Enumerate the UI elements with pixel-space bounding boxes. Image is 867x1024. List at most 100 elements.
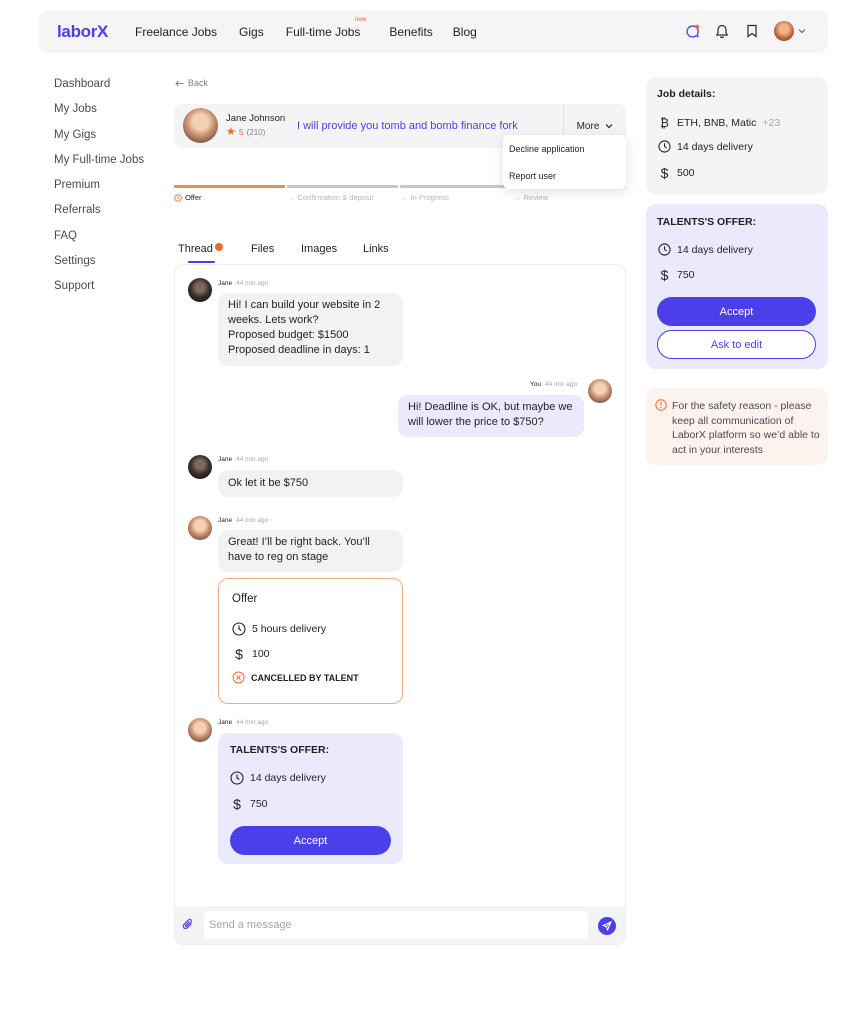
job-delivery: 14 days delivery <box>658 140 753 153</box>
sidebar-item-my-jobs[interactable]: My Jobs <box>54 101 144 126</box>
accept-offer-button[interactable]: Accept <box>657 297 816 326</box>
cancel-circle-icon <box>232 671 245 684</box>
nav-benefits[interactable]: Benefits <box>389 25 432 39</box>
arrow-right-icon: → <box>287 193 295 202</box>
sidebar-item-settings[interactable]: Settings <box>54 253 144 278</box>
tab-images[interactable]: Images <box>301 243 337 255</box>
accept-button[interactable]: Accept <box>230 826 391 855</box>
chat-notification-icon[interactable] <box>684 23 700 39</box>
sidebar-item-my-full-time-jobs[interactable]: My Full-time Jobs <box>54 152 144 177</box>
dollar-icon: $ <box>660 267 669 283</box>
avatar <box>188 516 212 540</box>
bell-icon[interactable] <box>714 23 730 39</box>
message-composer <box>175 906 625 944</box>
delivery-text: 14 days delivery <box>677 243 753 256</box>
sidebar-item-my-gigs[interactable]: My Gigs <box>54 127 144 152</box>
talent-offer-delivery-text: 14 days delivery <box>250 772 326 784</box>
talent-offer-amount-text: 750 <box>250 798 268 810</box>
top-actions <box>684 21 806 41</box>
nav-full-time-jobs[interactable]: Full-time Jobs new <box>286 16 367 39</box>
menu-item-report-user[interactable]: Report user <box>509 171 556 181</box>
message-time: 44 min ago <box>236 719 269 726</box>
dollar-icon: $ <box>233 796 241 812</box>
avatar <box>588 379 612 403</box>
bookmark-icon[interactable] <box>744 23 760 39</box>
message-meta: Jane 44 min ago <box>218 456 268 463</box>
message-text: weeks. Lets work? <box>228 314 319 326</box>
chevron-down-icon <box>605 124 613 129</box>
nav-freelance-jobs[interactable]: Freelance Jobs <box>135 25 217 39</box>
ask-to-edit-button[interactable]: Ask to edit <box>657 330 816 359</box>
talent-offer-panel-title: TALENTS'S OFFER: <box>657 216 757 228</box>
offer-amount-text: 100 <box>252 648 270 660</box>
message-text: will lower the price to $750? <box>408 416 544 428</box>
send-button[interactable] <box>598 917 616 935</box>
unread-badge <box>214 243 223 251</box>
main-nav: Freelance Jobs Gigs Full-time Jobs new B… <box>135 10 477 53</box>
delivery-text: 14 days delivery <box>677 140 753 153</box>
clock-icon <box>230 771 244 785</box>
talent-offer-delivery: 14 days delivery <box>230 771 326 785</box>
send-icon <box>602 921 612 931</box>
currencies-more[interactable]: +23 <box>762 117 780 129</box>
message-text: Ok let it be $750 <box>228 477 309 489</box>
sidebar-item-support[interactable]: Support <box>54 278 144 303</box>
avatar[interactable] <box>183 108 218 143</box>
nav-blog[interactable]: Blog <box>453 25 477 39</box>
menu-item-decline-application[interactable]: Decline application <box>509 144 585 154</box>
top-navbar: laborX Freelance Jobs Gigs Full-time Job… <box>39 10 828 53</box>
tab-links[interactable]: Links <box>363 243 389 255</box>
tab-thread[interactable]: Thread <box>178 243 223 255</box>
tab-files[interactable]: Files <box>251 243 274 255</box>
new-badge: new <box>354 15 367 23</box>
message-meta: Jane 44 min ago <box>218 280 268 287</box>
sidebar-item-referrals[interactable]: Referrals <box>54 202 144 227</box>
arrow-right-icon: → <box>513 193 521 202</box>
active-tab-indicator <box>188 261 215 263</box>
sidebar: Dashboard My Jobs My Gigs My Full-time J… <box>54 76 144 304</box>
clock-icon <box>658 243 671 256</box>
progress-segment-confirmation <box>287 185 398 188</box>
budget-text: 500 <box>677 167 695 179</box>
paperclip-icon[interactable] <box>182 917 194 936</box>
message-bubble: Ok let it be $750 <box>218 470 403 497</box>
safety-notice: For the safety reason - please keep all … <box>646 388 828 465</box>
review-count: (210) <box>246 127 266 137</box>
progress-step-in-progress: → In Progress <box>400 193 449 202</box>
message-meta: Jane 44 min ago <box>218 719 268 726</box>
back-link[interactable]: Back <box>175 78 208 88</box>
message-bubble: Hi! I can build your website in 2 weeks.… <box>218 293 403 366</box>
laborx-logo[interactable]: laborX <box>57 22 108 42</box>
job-title[interactable]: I will provide you tomb and bomb finance… <box>297 120 518 132</box>
user-rating: ★ 5 (210) <box>226 127 266 138</box>
job-currencies: ₿ ETH, BNB, Matic +23 <box>658 116 780 130</box>
message-time: 44 min ago <box>236 280 269 287</box>
progress-step-label: In Progress <box>410 193 449 202</box>
progress-segment-offer <box>174 185 285 188</box>
arrow-left-icon <box>175 80 184 86</box>
offer-delivery: 5 hours delivery <box>232 622 326 636</box>
message-bubble: Hi! Deadline is OK, but maybe we will lo… <box>398 395 584 437</box>
sidebar-item-dashboard[interactable]: Dashboard <box>54 76 144 101</box>
avatar <box>774 21 794 41</box>
talent-offer-panel-delivery: 14 days delivery <box>658 243 753 256</box>
warning-icon <box>655 399 667 411</box>
safety-text: For the safety reason - please keep all … <box>672 400 820 456</box>
progress-step-label: Offer <box>185 193 202 202</box>
message-time: 44 min ago <box>544 381 578 388</box>
user-name[interactable]: Jane Johnson <box>226 113 285 124</box>
back-label: Back <box>188 78 209 88</box>
bitcoin-icon: ₿ <box>660 116 669 130</box>
message-input[interactable] <box>204 911 588 939</box>
message-text: Proposed deadline in days: 1 <box>228 344 370 356</box>
message-author: Jane <box>218 719 233 726</box>
user-menu[interactable] <box>774 21 806 41</box>
tab-label: Thread <box>178 243 213 255</box>
sidebar-item-faq[interactable]: FAQ <box>54 228 144 253</box>
nav-gigs[interactable]: Gigs <box>239 25 264 39</box>
talent-offer-panel-amount: $ 750 <box>658 267 695 283</box>
job-details-title: Job details: <box>657 88 716 100</box>
message-author: Jane <box>218 517 233 524</box>
message-text: Great! I’ll be right back. You’ll <box>228 536 370 548</box>
sidebar-item-premium[interactable]: Premium <box>54 177 144 202</box>
